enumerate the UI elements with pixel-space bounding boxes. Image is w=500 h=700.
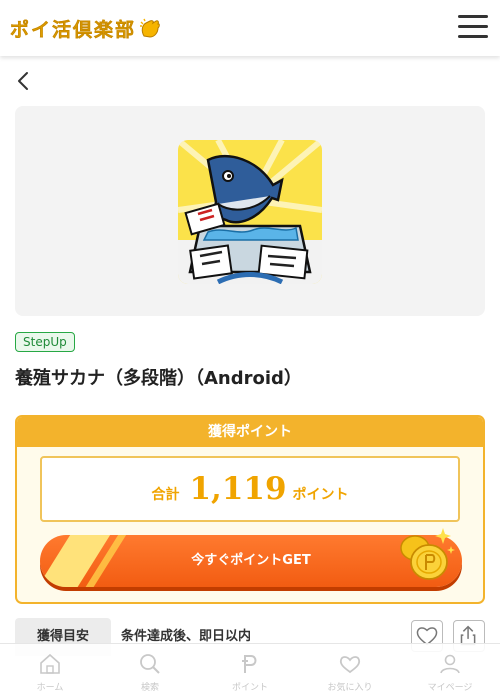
nav-points-label: ポイント	[231, 683, 268, 693]
offer-title: 養殖サカナ（多段階）（Android）	[15, 368, 302, 389]
nav-points[interactable]: ポイント	[200, 644, 300, 700]
points-card: 獲得ポイント 合計 1,119 ポイント 今すぐポイントGET	[15, 415, 485, 604]
home-icon	[40, 653, 60, 674]
app-icon	[178, 140, 322, 284]
nav-search-label: 検索	[140, 683, 159, 693]
nav-mypage[interactable]: マイページ	[400, 644, 500, 700]
hand-wave-icon	[140, 18, 160, 38]
stepup-badge: StepUp	[15, 332, 75, 352]
user-icon	[440, 654, 460, 674]
nav-mypage-label: マイページ	[427, 683, 473, 693]
search-icon	[140, 654, 160, 674]
hamburger-menu-icon[interactable]	[458, 14, 488, 40]
app-image-panel	[15, 106, 485, 316]
chevron-left-icon[interactable]	[14, 70, 34, 92]
nav-home-label: ホーム	[36, 683, 64, 693]
logo-text: ポイ活倶楽部	[10, 18, 137, 41]
total-points-value: 1,119	[189, 471, 287, 507]
total-label: 合計	[151, 487, 180, 503]
total-points-unit: ポイント	[292, 487, 349, 503]
total-points-box: 合計 1,119 ポイント	[40, 456, 460, 522]
point-icon	[242, 655, 257, 673]
site-logo[interactable]: ポイ活倶楽部	[10, 14, 162, 42]
heart-icon	[339, 656, 361, 674]
coins-icon	[400, 528, 455, 580]
points-card-header: 獲得ポイント	[17, 417, 483, 447]
nav-favorites-label: お気に入り	[327, 683, 373, 693]
bottom-navigation: ホーム 検索 ポイント お気に入り マイページ	[0, 643, 500, 700]
app-header: ポイ活倶楽部	[0, 0, 500, 56]
nav-home[interactable]: ホーム	[0, 644, 100, 700]
nav-favorites[interactable]: お気に入り	[300, 644, 400, 700]
nav-search[interactable]: 検索	[100, 644, 200, 700]
